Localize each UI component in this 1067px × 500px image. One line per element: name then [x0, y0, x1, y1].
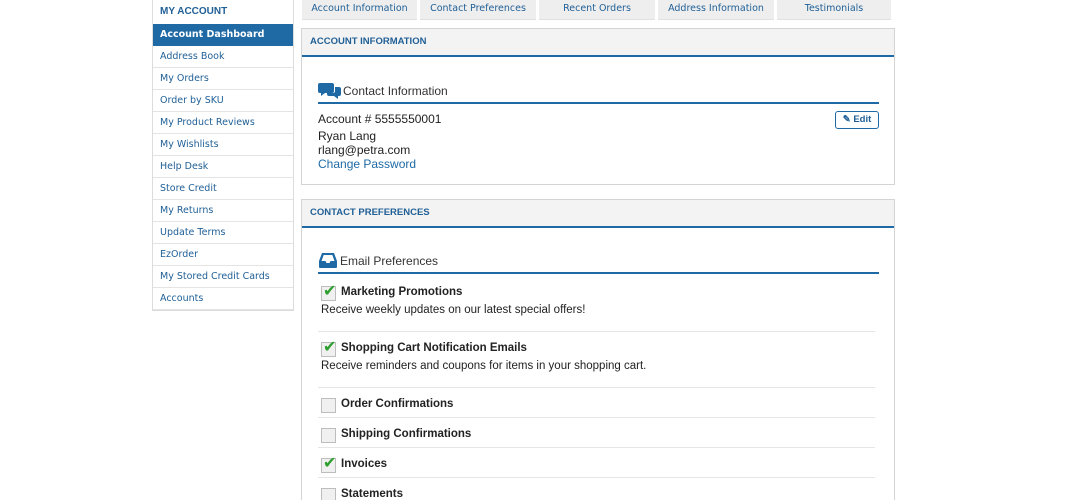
- contact-information-title: Contact Information: [318, 80, 879, 104]
- preference-description: Receive weekly updates on our latest spe…: [321, 304, 586, 316]
- checkmark-icon: ✔: [323, 453, 337, 472]
- marketing-promotions-checkbox[interactable]: ✔: [321, 281, 337, 301]
- preference-order-confirmations: Order Confirmations: [318, 398, 875, 418]
- account-number: Account # 5555550001: [318, 112, 442, 126]
- preference-label: Invoices: [341, 458, 388, 470]
- preference-shopping-cart-notifications: ✔ Shopping Cart Notification Emails Rece…: [318, 337, 875, 388]
- sidebar-item-store-credit[interactable]: Store Credit: [153, 178, 293, 200]
- sidebar-item-wishlists[interactable]: My Wishlists: [153, 134, 293, 156]
- preference-marketing-promotions: ✔ Marketing Promotions Receive weekly up…: [318, 281, 875, 332]
- sidebar-item-stored-credit-cards[interactable]: My Stored Credit Cards: [153, 266, 293, 288]
- sidebar-item-address-book[interactable]: Address Book: [153, 46, 293, 68]
- sidebar-item-help-desk[interactable]: Help Desk: [153, 156, 293, 178]
- contact-preferences-panel: CONTACT PREFERENCES Email Preferences ✔ …: [301, 199, 895, 500]
- email-preferences-label: Email Preferences: [340, 254, 439, 268]
- sidebar-item-update-terms[interactable]: Update Terms: [153, 222, 293, 244]
- sidebar-item-account-dashboard[interactable]: Account Dashboard: [153, 24, 293, 46]
- tab-address-information[interactable]: Address Information: [658, 0, 774, 20]
- invoices-checkbox[interactable]: ✔: [321, 453, 337, 473]
- preference-label: Shopping Cart Notification Emails: [341, 342, 527, 354]
- shipping-confirmations-checkbox[interactable]: [321, 428, 336, 443]
- sidebar-item-product-reviews[interactable]: My Product Reviews: [153, 112, 293, 134]
- sidebar-title: MY ACCOUNT: [160, 6, 228, 17]
- tab-testimonials[interactable]: Testimonials: [777, 0, 891, 20]
- checkmark-icon: ✔: [323, 337, 337, 356]
- tab-account-information[interactable]: Account Information: [302, 0, 417, 20]
- account-name: Ryan Lang: [318, 129, 377, 143]
- shopping-cart-notifications-checkbox[interactable]: ✔: [321, 337, 337, 357]
- sidebar-item-my-orders[interactable]: My Orders: [153, 68, 293, 90]
- preference-invoices: ✔ Invoices: [318, 453, 875, 478]
- edit-label: Edit: [853, 114, 872, 125]
- inbox-tray-icon: [318, 251, 338, 274]
- sidebar-item-my-returns[interactable]: My Returns: [153, 200, 293, 222]
- contact-preferences-header: CONTACT PREFERENCES: [302, 200, 894, 228]
- edit-button[interactable]: ✎ Edit: [835, 111, 879, 129]
- tab-recent-orders[interactable]: Recent Orders: [539, 0, 655, 20]
- preference-label: Order Confirmations: [341, 398, 454, 410]
- account-information-panel: ACCOUNT INFORMATION Contact Information …: [301, 28, 895, 185]
- preference-statements: Statements: [318, 488, 875, 500]
- pencil-icon: ✎: [842, 114, 851, 125]
- preference-label: Marketing Promotions: [341, 286, 463, 298]
- checkmark-icon: ✔: [323, 281, 337, 300]
- order-confirmations-checkbox[interactable]: [321, 398, 336, 413]
- account-email: rlang@petra.com: [318, 143, 411, 157]
- contact-information-label: Contact Information: [343, 84, 448, 98]
- tab-contact-preferences[interactable]: Contact Preferences: [420, 0, 536, 20]
- preference-label: Statements: [341, 488, 403, 500]
- account-sidebar: MY ACCOUNT Account Dashboard Address Boo…: [152, 0, 294, 311]
- change-password-link[interactable]: Change Password: [318, 157, 416, 171]
- statements-checkbox[interactable]: [321, 488, 336, 500]
- email-preferences-title: Email Preferences: [318, 250, 879, 274]
- account-information-header: ACCOUNT INFORMATION: [302, 29, 894, 57]
- preference-description: Receive reminders and coupons for items …: [321, 360, 647, 372]
- preference-shipping-confirmations: Shipping Confirmations: [318, 428, 875, 448]
- preference-label: Shipping Confirmations: [341, 428, 472, 440]
- chat-bubbles-icon: [318, 81, 342, 104]
- sidebar-item-order-by-sku[interactable]: Order by SKU: [153, 90, 293, 112]
- sidebar-item-accounts[interactable]: Accounts: [153, 288, 293, 310]
- sidebar-item-ezorder[interactable]: EzOrder: [153, 244, 293, 266]
